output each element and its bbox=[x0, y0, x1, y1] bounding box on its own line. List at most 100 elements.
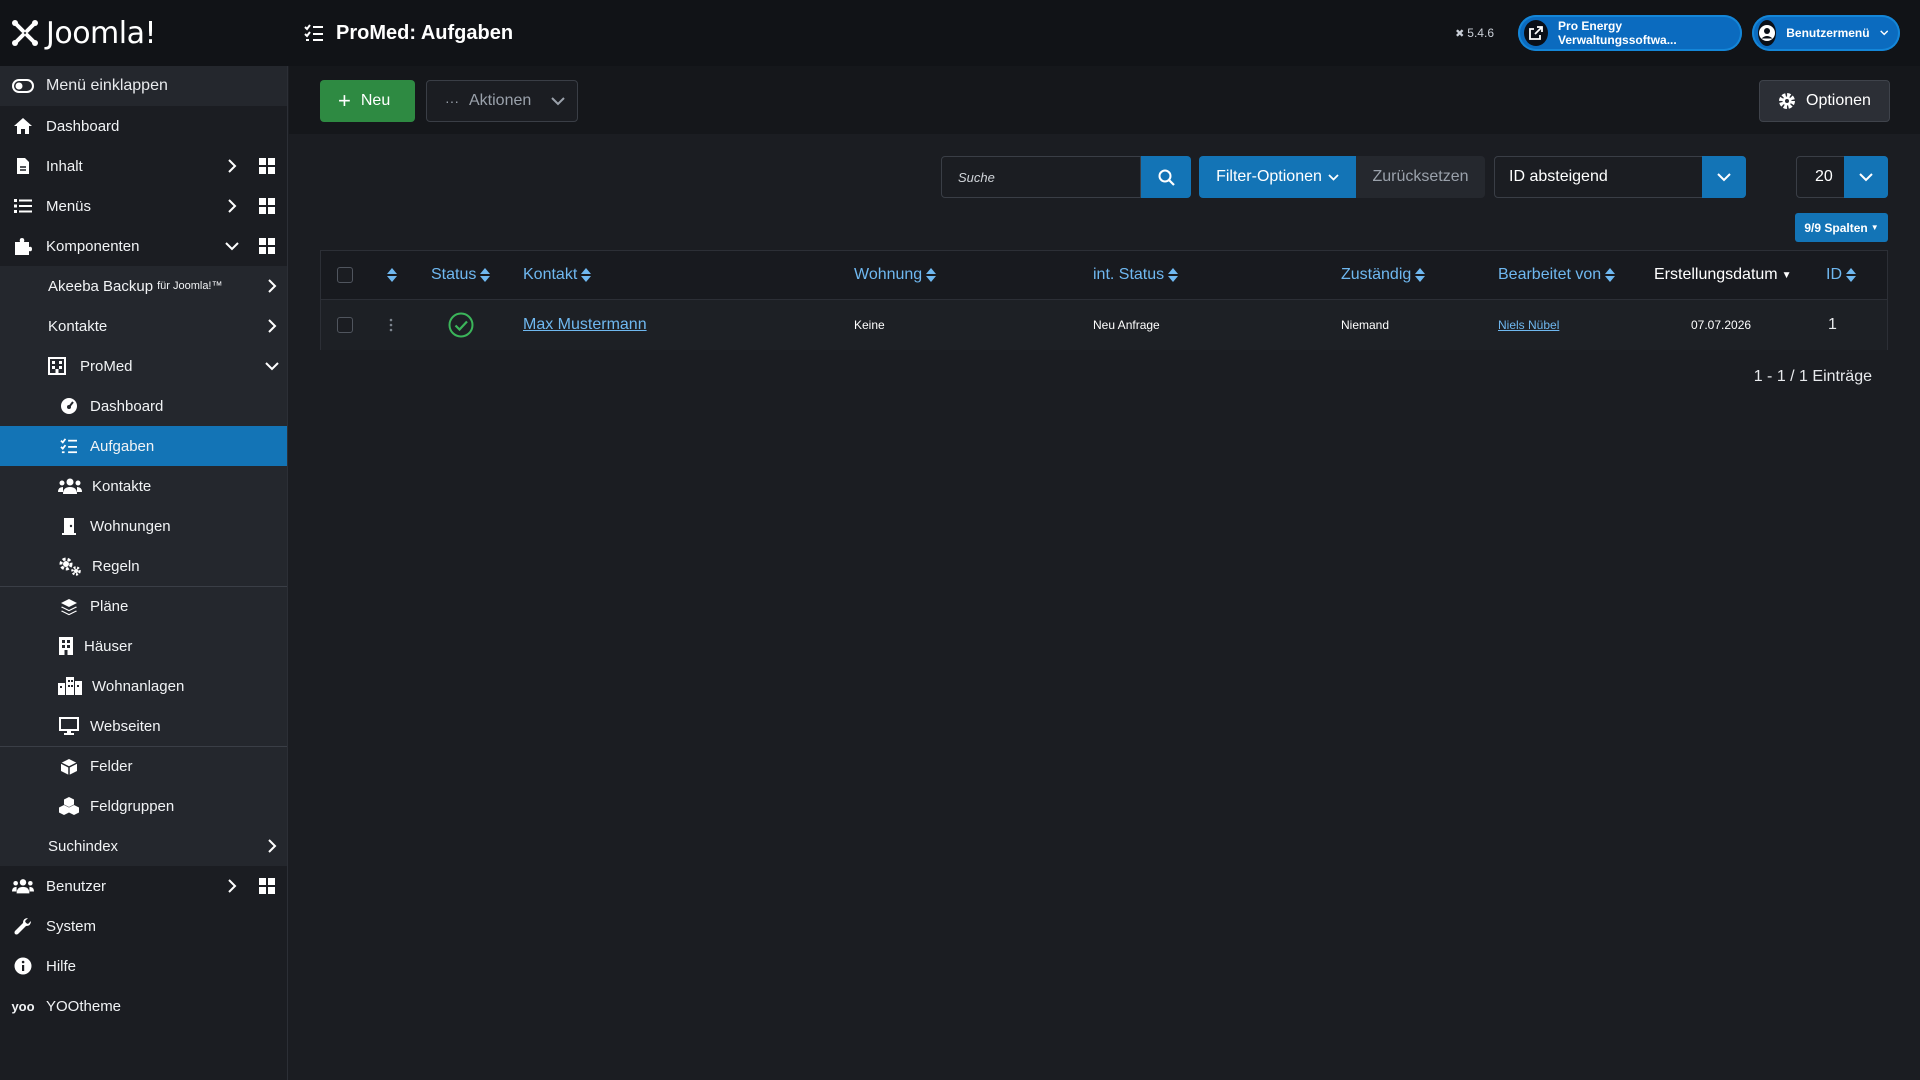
collapse-menu-label: Menü einklappen bbox=[46, 77, 168, 94]
sidebar-item-promed[interactable]: ProMed bbox=[0, 346, 287, 386]
td-id-value: 1 bbox=[1828, 316, 1837, 333]
sidebar-item-system[interactable]: System bbox=[0, 906, 287, 946]
columns-toggle-button[interactable]: 9/9 Spalten ▼ bbox=[1795, 213, 1888, 242]
sidebar-item-label: Benutzer bbox=[46, 877, 107, 895]
limit-select[interactable]: 20 bbox=[1796, 156, 1888, 198]
chevron-right-icon bbox=[264, 838, 280, 854]
city-icon bbox=[58, 675, 82, 697]
sidebar-item-kontakte[interactable]: Kontakte bbox=[0, 306, 287, 346]
user-menu-button[interactable]: Benutzermenü bbox=[1752, 15, 1900, 51]
sidebar-item-akeeba[interactable]: Akeeba Backup für Joomla!™ bbox=[0, 266, 287, 306]
th-id[interactable]: ID bbox=[1826, 251, 1856, 299]
actions-button-label: Aktionen bbox=[469, 92, 532, 109]
td-id: 1 bbox=[1828, 300, 1837, 350]
actions-button[interactable]: ··· Aktionen bbox=[426, 80, 578, 122]
chevron-down-icon bbox=[1844, 156, 1888, 198]
sidebar-item-promed-regeln[interactable]: Regeln bbox=[0, 546, 287, 586]
version-indicator: ✖ 5.4.6 bbox=[1455, 26, 1494, 40]
chevron-right-icon bbox=[264, 278, 280, 294]
status-published-icon[interactable] bbox=[448, 300, 474, 350]
sidebar-item-promed-webseiten[interactable]: Webseiten bbox=[0, 706, 287, 746]
sidebar-item-label: Hilfe bbox=[46, 957, 77, 975]
chevron-right-icon bbox=[264, 318, 280, 334]
sidebar-item-promed-kontakte[interactable]: Kontakte bbox=[0, 466, 287, 506]
th-wohnung[interactable]: Wohnung bbox=[854, 251, 937, 299]
sidebar-item-dashboard[interactable]: Dashboard bbox=[0, 106, 287, 146]
table-header-row: Status Kontakt Wohnung int. Status Zustä… bbox=[321, 251, 1887, 300]
chevron-down-icon bbox=[1879, 30, 1888, 36]
home-icon bbox=[12, 115, 34, 137]
page-title: ProMed: Aufgaben bbox=[304, 22, 513, 45]
sort-select[interactable]: ID absteigend bbox=[1494, 156, 1746, 198]
tasks-table: Status Kontakt Wohnung int. Status Zustä… bbox=[320, 250, 1888, 350]
ordering-sort-header[interactable] bbox=[387, 251, 397, 299]
drag-handle-icon[interactable] bbox=[389, 300, 393, 350]
sort-icon bbox=[1846, 268, 1856, 282]
wrench-icon bbox=[12, 915, 34, 937]
sidebar-item-hilfe[interactable]: Hilfe bbox=[0, 946, 287, 986]
th-kontakt[interactable]: Kontakt bbox=[523, 251, 592, 299]
td-int-status: Neu Anfrage bbox=[1093, 300, 1160, 350]
pagination-counter: 1 - 1 / 1 Einträge bbox=[1753, 368, 1872, 385]
new-button[interactable]: + Neu bbox=[320, 80, 415, 122]
bearbeitet-von-link[interactable]: Niels Nübel bbox=[1498, 318, 1559, 332]
th-erstellungsdatum[interactable]: Erstellungsdatum ▼ bbox=[1654, 251, 1792, 299]
sidebar-item-yootheme[interactable]: yoo YOOtheme bbox=[0, 986, 287, 1026]
chevron-right-icon bbox=[224, 878, 240, 894]
sidebar-item-label: Aufgaben bbox=[90, 437, 155, 455]
chevron-down-icon bbox=[551, 96, 565, 105]
reset-button[interactable]: Zurücksetzen bbox=[1356, 156, 1485, 198]
sidebar-item-menus[interactable]: Menüs bbox=[0, 186, 287, 226]
sidebar-item-komponenten[interactable]: Komponenten bbox=[0, 226, 287, 266]
grid-icon[interactable] bbox=[259, 238, 275, 254]
sidebar-item-promed-wohnungen[interactable]: Wohnungen bbox=[0, 506, 287, 546]
sidebar-item-promed-plaene[interactable]: Pläne bbox=[0, 586, 287, 626]
th-status[interactable]: Status bbox=[431, 251, 491, 299]
sidebar-item-label: Akeeba Backup bbox=[48, 277, 154, 295]
sidebar-item-promed-wohnanlagen[interactable]: Wohnanlagen bbox=[0, 666, 287, 706]
sidebar-item-promed-haeuser[interactable]: Häuser bbox=[0, 626, 287, 666]
user-icon bbox=[1758, 20, 1777, 46]
sidebar-item-suchindex[interactable]: Suchindex bbox=[0, 826, 287, 866]
sort-icon bbox=[387, 268, 397, 282]
sidebar-item-inhalt[interactable]: Inhalt bbox=[0, 146, 287, 186]
grid-icon[interactable] bbox=[259, 158, 275, 174]
sidebar-item-promed-feldgruppen[interactable]: Feldgruppen bbox=[0, 786, 287, 826]
sidebar-item-label: Inhalt bbox=[46, 157, 83, 175]
gears-icon bbox=[58, 555, 82, 577]
th-id-label: ID bbox=[1826, 266, 1842, 283]
ellipsis-icon: ··· bbox=[445, 93, 459, 109]
filter-options-button[interactable]: Filter-Optionen bbox=[1199, 156, 1356, 198]
th-zustaendig[interactable]: Zuständig bbox=[1341, 251, 1426, 299]
sidebar-item-label: Webseiten bbox=[90, 717, 161, 735]
kontakt-link[interactable]: Max Mustermann bbox=[523, 316, 647, 334]
yootheme-icon: yoo bbox=[11, 998, 35, 1014]
sort-icon bbox=[1168, 268, 1179, 282]
sidebar-item-promed-aufgaben[interactable]: Aufgaben bbox=[0, 426, 287, 466]
row-checkbox[interactable] bbox=[337, 317, 353, 333]
users-icon bbox=[12, 875, 34, 897]
grid-icon[interactable] bbox=[259, 198, 275, 214]
row-checkbox-cell bbox=[337, 300, 353, 350]
site-link-button[interactable]: Pro Energy Verwaltungssoftwa... bbox=[1518, 15, 1742, 51]
td-bearbeitet-von: Niels Nübel bbox=[1498, 300, 1559, 350]
chevron-right-icon bbox=[224, 158, 240, 174]
file-icon bbox=[12, 155, 34, 177]
sidebar-item-promed-felder[interactable]: Felder bbox=[0, 746, 287, 786]
search-input[interactable]: Suche bbox=[941, 156, 1141, 198]
options-button[interactable]: Optionen bbox=[1759, 80, 1890, 122]
sidebar-item-label: ProMed bbox=[80, 357, 133, 375]
grid-icon[interactable] bbox=[259, 878, 275, 894]
sidebar-item-label: Suchindex bbox=[48, 837, 119, 855]
search-button[interactable] bbox=[1141, 156, 1191, 198]
td-kontakt: Max Mustermann bbox=[523, 300, 647, 350]
sidebar-item-benutzer[interactable]: Benutzer bbox=[0, 866, 287, 906]
th-int-status[interactable]: int. Status bbox=[1093, 251, 1179, 299]
th-bearbeitet-von[interactable]: Bearbeitet von bbox=[1498, 251, 1616, 299]
joomla-logo[interactable]: Joomla! bbox=[0, 0, 288, 66]
th-kontakt-label: Kontakt bbox=[523, 266, 578, 283]
collapse-menu-button[interactable]: Menü einklappen bbox=[0, 66, 287, 106]
sidebar-item-label: System bbox=[46, 917, 97, 935]
select-all-checkbox[interactable] bbox=[337, 267, 353, 283]
sidebar-item-promed-dashboard[interactable]: Dashboard bbox=[0, 386, 287, 426]
